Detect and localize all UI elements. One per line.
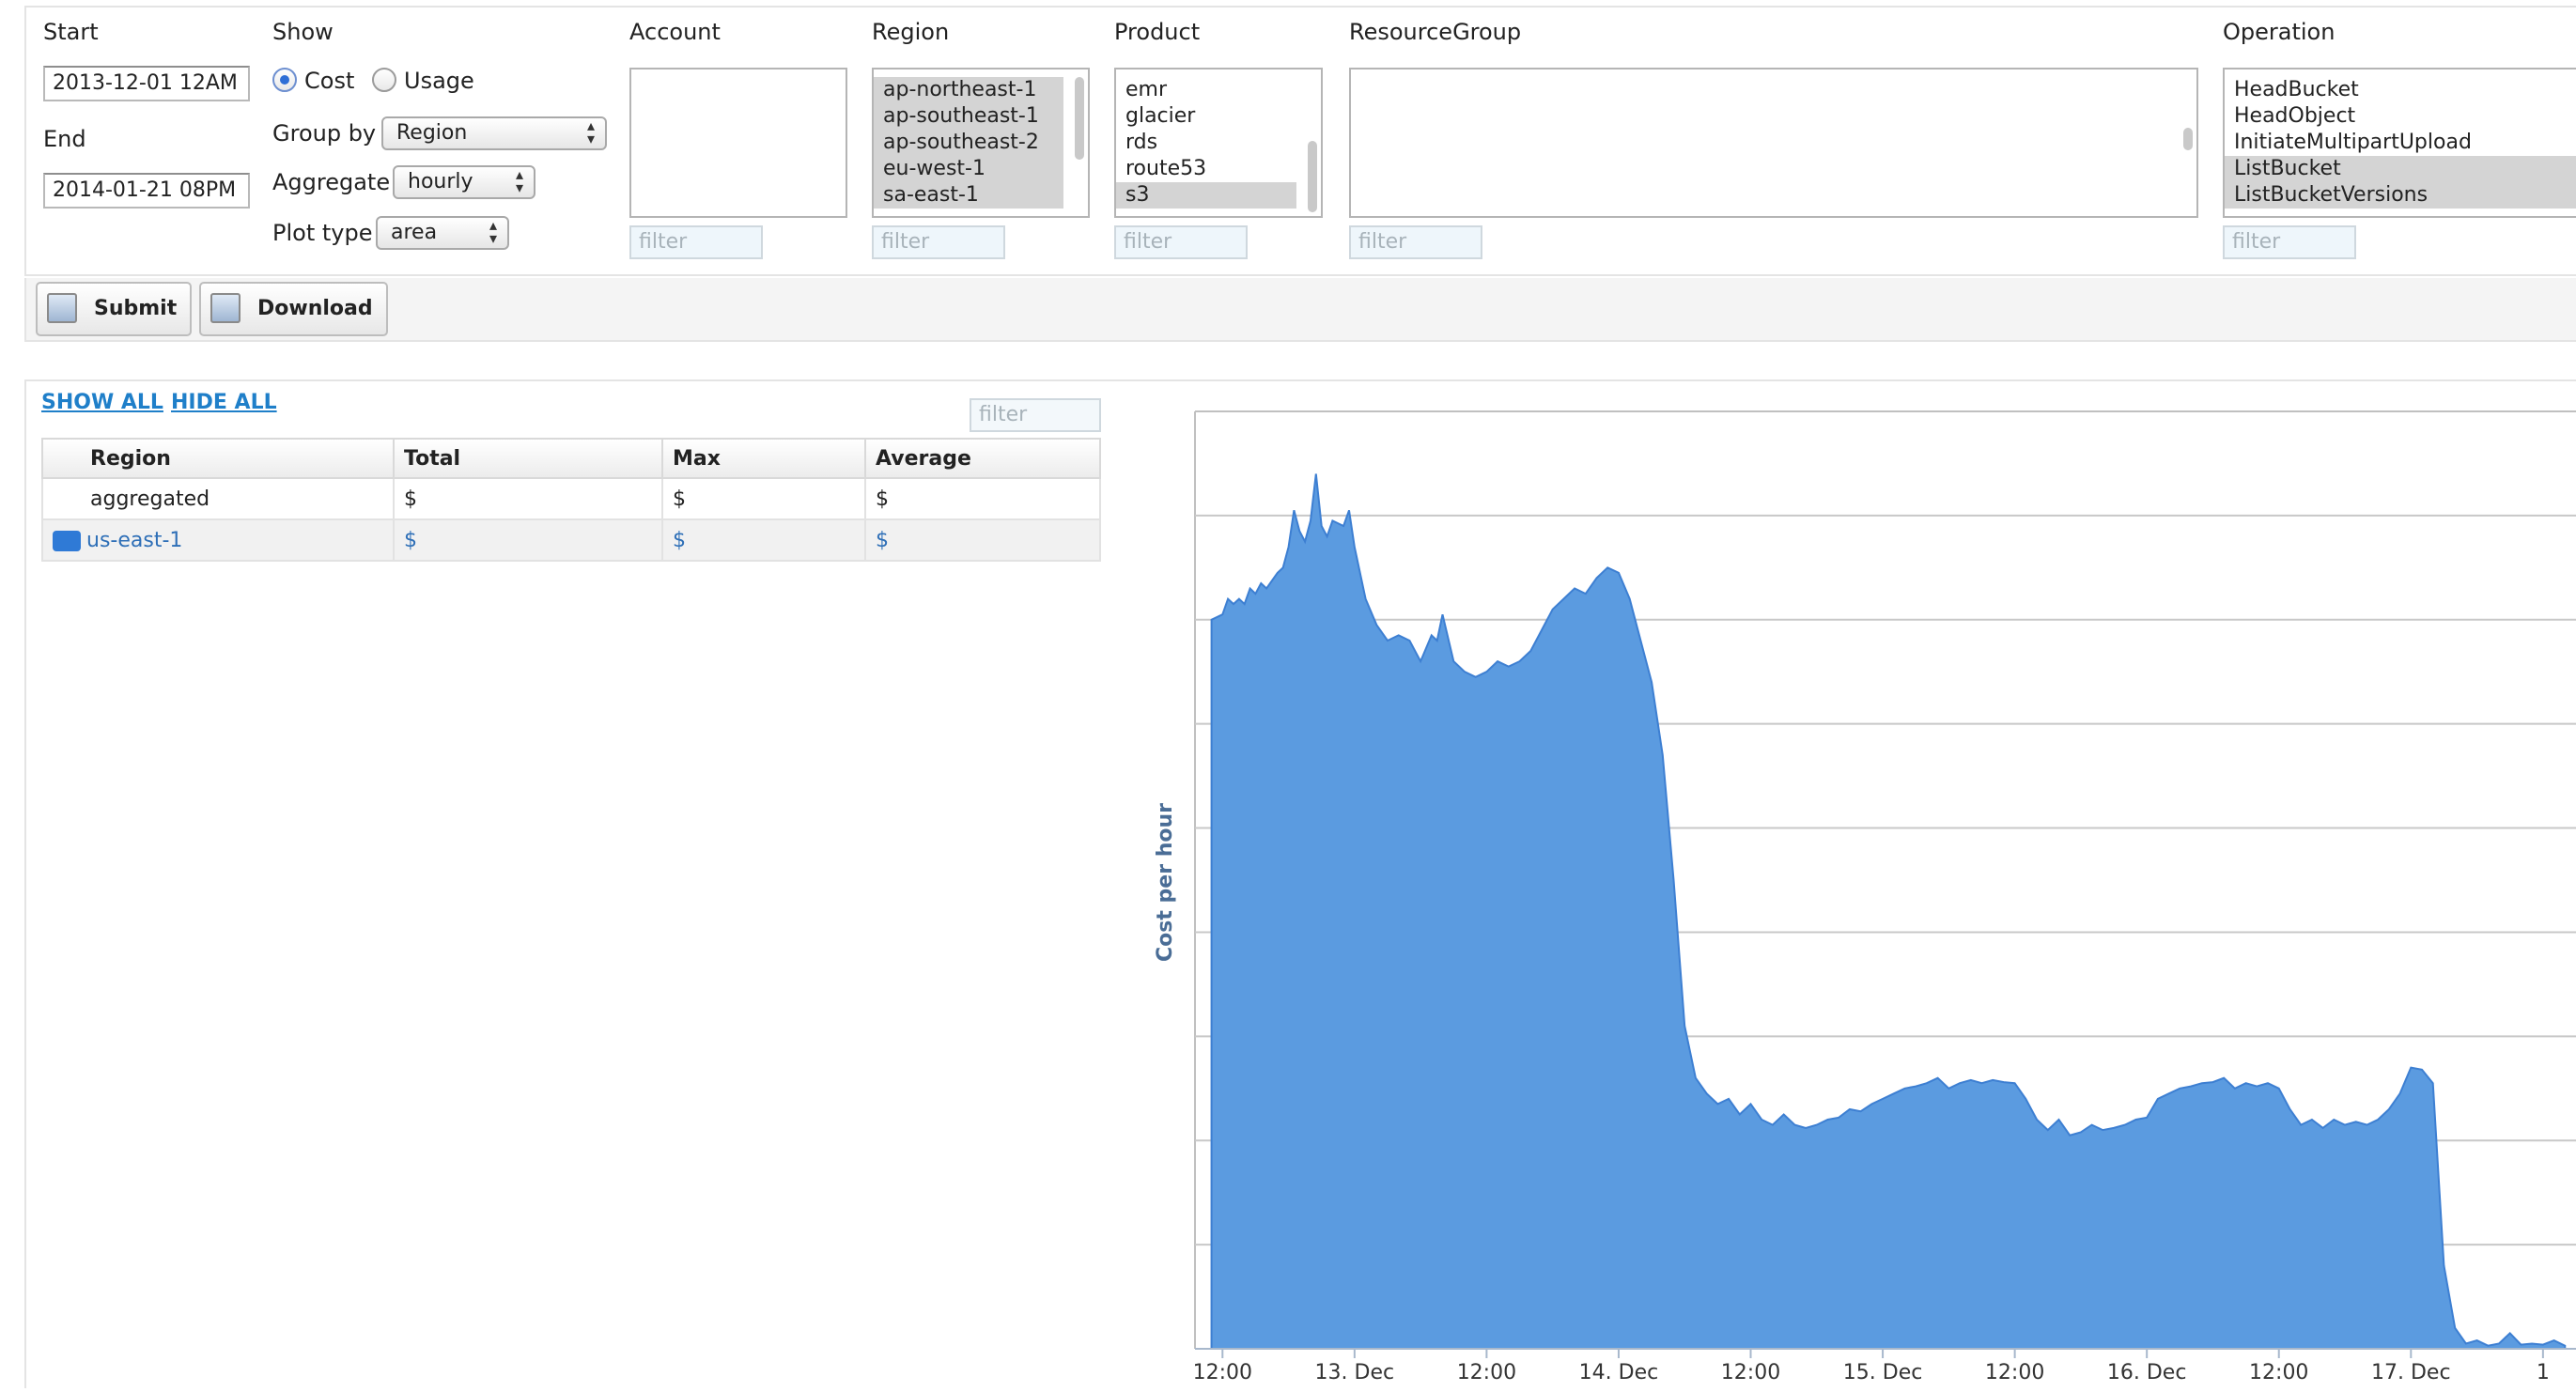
- row-max: $: [661, 518, 866, 562]
- usage-radio[interactable]: [372, 68, 396, 92]
- resource-group-label: ResourceGroup: [1349, 19, 1522, 45]
- product-option[interactable]: rds: [1116, 130, 1296, 156]
- product-option[interactable]: s3: [1116, 182, 1296, 209]
- download-icon: [210, 293, 241, 323]
- operation-option[interactable]: HeadBucket: [2225, 77, 2576, 103]
- region-option[interactable]: ap-northeast-1: [874, 77, 1063, 103]
- product-option[interactable]: emr: [1116, 77, 1296, 103]
- series-color-swatch[interactable]: [53, 530, 81, 551]
- action-bar: Submit Download: [24, 278, 2576, 342]
- aggregate-select[interactable]: hourly ▴ ▾: [393, 165, 535, 199]
- submit-button[interactable]: Submit: [36, 282, 193, 336]
- account-label: Account: [629, 19, 721, 45]
- column-header-total[interactable]: Total: [393, 438, 663, 479]
- aggregate-value: hourly: [408, 170, 473, 193]
- plot-type-value: area: [391, 221, 438, 244]
- select-arrows-icon: ▴ ▾: [515, 165, 524, 196]
- x-tick-label: 12:00: [2249, 1361, 2308, 1384]
- legend-filter-input[interactable]: filter: [970, 398, 1101, 432]
- hide-all-link[interactable]: HIDE ALL: [171, 391, 277, 414]
- submit-label: Submit: [94, 297, 178, 320]
- operation-label: Operation: [2223, 19, 2335, 45]
- operation-option[interactable]: InitiateMultipartUpload: [2225, 130, 2576, 156]
- column-header-average[interactable]: Average: [864, 438, 1101, 479]
- area-chart-svg: 12:00 13. Dec 12:00 14. Dec 12:00 15. Dec 12:0…: [1193, 410, 2576, 1384]
- product-label: Product: [1114, 19, 1201, 45]
- row-name: aggregated: [41, 477, 395, 520]
- table-row[interactable]: aggregated $ $ $: [41, 477, 1101, 520]
- table-header-row: Region Total Max Average: [41, 438, 1101, 479]
- aggregate-label: Aggregate: [272, 169, 391, 195]
- region-option[interactable]: eu-west-1: [874, 156, 1063, 182]
- show-all-link[interactable]: SHOW ALL: [41, 391, 163, 414]
- summary-table: Region Total Max Average aggregated $ $ …: [41, 438, 1101, 562]
- group-by-value: Region: [396, 121, 468, 145]
- resource-group-listbox[interactable]: [1349, 68, 2198, 218]
- usage-radio-label: Usage: [404, 68, 474, 94]
- region-scrollbar[interactable]: [1075, 77, 1084, 160]
- operation-listbox[interactable]: HeadBucket HeadObject InitiateMultipartU…: [2223, 68, 2576, 218]
- x-tick-label: 1: [2537, 1361, 2550, 1384]
- show-label: Show: [272, 19, 334, 45]
- chart-icon: [47, 293, 77, 323]
- account-listbox[interactable]: [629, 68, 847, 218]
- x-tick-label: 16. Dec: [2107, 1361, 2187, 1384]
- column-header-max[interactable]: Max: [661, 438, 866, 479]
- product-listbox[interactable]: emr glacier rds route53 s3: [1114, 68, 1323, 218]
- x-tick-label: 17. Dec: [2371, 1361, 2451, 1384]
- x-tick-label: 12:00: [1985, 1361, 2044, 1384]
- account-filter-input[interactable]: filter: [629, 225, 763, 259]
- cost-radio[interactable]: [272, 68, 297, 92]
- x-tick-label: 13. Dec: [1315, 1361, 1395, 1384]
- region-filter-input[interactable]: filter: [872, 225, 1005, 259]
- product-filter-input[interactable]: filter: [1114, 225, 1248, 259]
- end-date-input[interactable]: 2014-01-21 08PM: [43, 173, 250, 209]
- download-button[interactable]: Download: [199, 282, 388, 336]
- filter-panel: Start 2013-12-01 12AM End 2014-01-21 08P…: [24, 6, 2576, 276]
- region-option[interactable]: ap-southeast-2: [874, 130, 1063, 156]
- product-scrollbar[interactable]: [1308, 141, 1317, 212]
- operation-filter-input[interactable]: filter: [2223, 225, 2356, 259]
- resource-group-scrollbar[interactable]: [2183, 128, 2193, 150]
- start-label: Start: [43, 19, 99, 45]
- select-arrows-icon: ▴ ▾: [489, 216, 498, 247]
- operation-option[interactable]: ListBucket: [2225, 156, 2576, 182]
- row-name: us-east-1: [86, 528, 183, 552]
- x-tick-label: 12:00: [1193, 1361, 1252, 1384]
- operation-option[interactable]: ListBucketVersions: [2225, 182, 2576, 209]
- cost-chart: Cost per hour 12:00 13. Dec 12:00 14. Dec 12…: [1150, 404, 2576, 1388]
- table-row[interactable]: us-east-1 $ $ $: [41, 518, 1101, 562]
- series-area-us-east-1: [1210, 473, 2567, 1350]
- cost-radio-label: Cost: [304, 68, 355, 94]
- region-option[interactable]: sa-east-1: [874, 182, 1063, 209]
- y-axis-title: Cost per hour: [1154, 803, 1177, 962]
- product-option[interactable]: glacier: [1116, 103, 1296, 130]
- region-listbox[interactable]: ap-northeast-1 ap-southeast-1 ap-southea…: [872, 68, 1090, 218]
- row-name-cell: us-east-1: [41, 518, 395, 562]
- row-average: $: [864, 518, 1101, 562]
- x-tick-label: 14. Dec: [1579, 1361, 1659, 1384]
- region-option[interactable]: ap-southeast-1: [874, 103, 1063, 130]
- group-by-label: Group by: [272, 120, 377, 147]
- column-header-region[interactable]: Region: [41, 438, 395, 479]
- x-tick-label: 15. Dec: [1843, 1361, 1923, 1384]
- group-by-select[interactable]: Region ▴ ▾: [381, 116, 607, 150]
- x-tick-label: 12:00: [1457, 1361, 1516, 1384]
- x-tick-label: 12:00: [1721, 1361, 1780, 1384]
- download-label: Download: [257, 297, 373, 320]
- row-total: $: [393, 518, 663, 562]
- resource-group-filter-input[interactable]: filter: [1349, 225, 1482, 259]
- start-date-input[interactable]: 2013-12-01 12AM: [43, 66, 250, 101]
- select-arrows-icon: ▴ ▾: [586, 116, 596, 147]
- operation-option[interactable]: HeadObject: [2225, 103, 2576, 130]
- row-average: $: [864, 477, 1101, 520]
- end-label: End: [43, 126, 86, 152]
- region-label: Region: [872, 19, 950, 45]
- plot-type-select[interactable]: area ▴ ▾: [376, 216, 509, 250]
- row-max: $: [661, 477, 866, 520]
- plot-type-label: Plot type: [272, 220, 373, 246]
- product-option[interactable]: route53: [1116, 156, 1296, 182]
- row-total: $: [393, 477, 663, 520]
